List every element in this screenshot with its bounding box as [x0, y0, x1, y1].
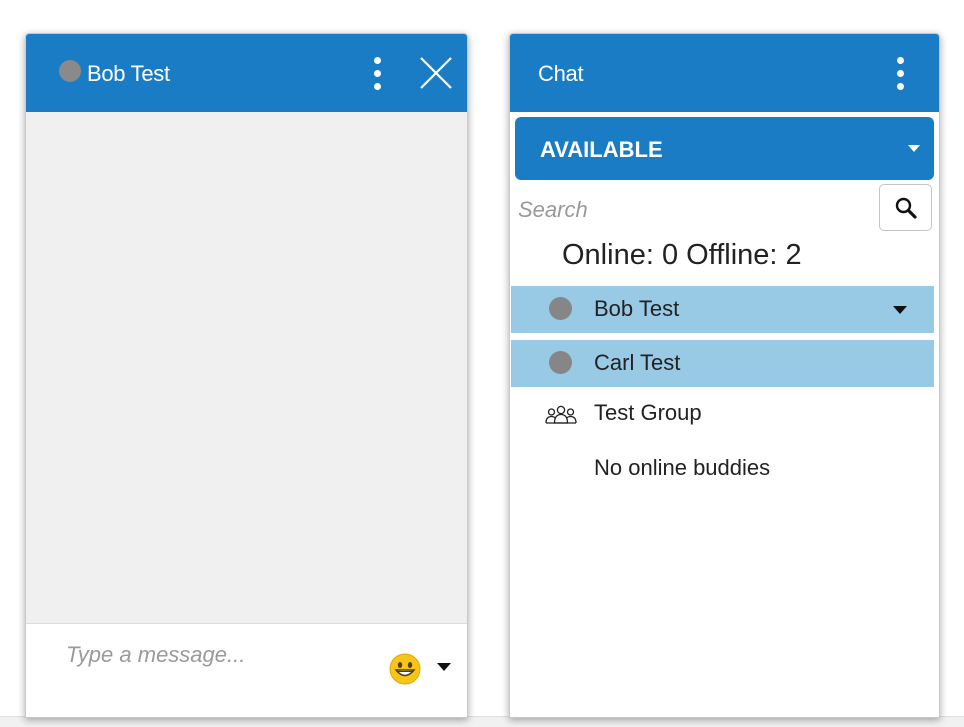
buddy-list-panel: Chat AVAILABLE Online: 0 Offline: 2 Bob …	[509, 33, 940, 718]
offline-status-dot	[549, 297, 572, 320]
caret-down-icon[interactable]	[893, 306, 907, 314]
compose-area	[26, 623, 467, 717]
close-icon[interactable]	[418, 55, 454, 91]
buddy-counts: Online: 0 Offline: 2	[562, 239, 802, 271]
grinning-face-emoji-icon[interactable]	[389, 653, 421, 685]
group-people-icon	[545, 405, 577, 424]
availability-dropdown[interactable]: AVAILABLE	[515, 117, 934, 180]
message-input[interactable]	[64, 632, 378, 678]
buddy-row-bob-test[interactable]: Bob Test	[511, 286, 934, 333]
conversation-titlebar[interactable]: Bob Test	[26, 34, 467, 112]
caret-down-icon	[908, 145, 920, 152]
conversation-window: Bob Test	[25, 33, 468, 718]
buddy-panel-title: Chat	[538, 61, 584, 86]
buddy-name: Carl Test	[594, 350, 681, 375]
kebab-vertical-icon[interactable]	[893, 56, 907, 92]
contact-status-dot	[59, 60, 81, 82]
caret-down-icon[interactable]	[437, 663, 451, 672]
availability-value: AVAILABLE	[540, 137, 663, 162]
buddy-panel-titlebar[interactable]: Chat	[510, 34, 939, 112]
buddy-name: Bob Test	[594, 296, 680, 321]
buddy-row-carl-test[interactable]: Carl Test	[511, 340, 934, 387]
magnifier-icon	[895, 197, 917, 219]
conversation-title: Bob Test	[87, 61, 170, 86]
search-input[interactable]	[516, 189, 870, 231]
kebab-vertical-icon[interactable]	[370, 56, 384, 92]
message-history[interactable]	[26, 112, 467, 623]
offline-status-dot	[549, 351, 572, 374]
search-button[interactable]	[879, 184, 932, 231]
group-name: Test Group	[594, 400, 702, 425]
group-row-test-group[interactable]: Test Group	[511, 388, 934, 432]
no-online-buddies-message: No online buddies	[594, 455, 771, 480]
